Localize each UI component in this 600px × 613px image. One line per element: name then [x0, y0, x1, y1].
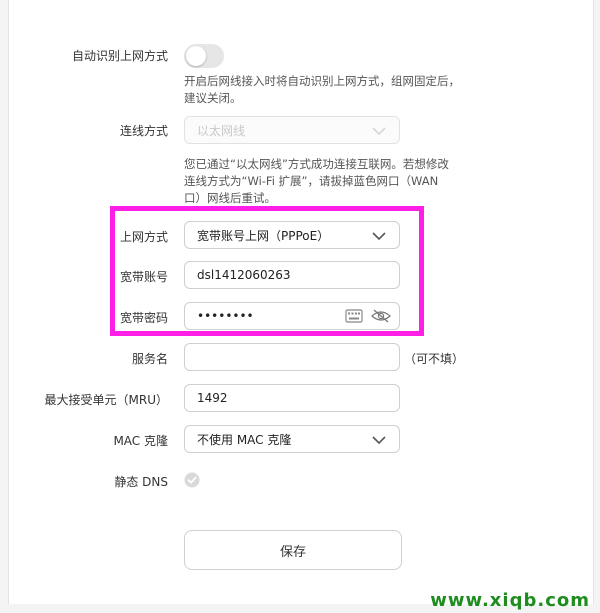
auto-detect-label: 自动识别上网方式: [71, 49, 168, 63]
chevron-down-icon: [372, 436, 386, 445]
mac-clone-value: 不使用 MAC 克隆: [197, 432, 292, 447]
auto-detect-hint-2: 建议关闭。: [184, 91, 242, 105]
chevron-down-icon: [372, 127, 386, 136]
service-name-input[interactable]: [184, 343, 400, 371]
service-name-label: 服务名: [131, 352, 168, 366]
account-label: 宽带账号: [119, 270, 168, 284]
connection-type-select[interactable]: 以太网线: [184, 116, 400, 144]
account-value: dsl1412060263: [197, 268, 291, 282]
save-button[interactable]: 保存: [184, 530, 402, 570]
connection-type-value: 以太网线: [197, 123, 246, 138]
toggle-knob: [186, 46, 206, 66]
auto-detect-hint-1: 开启后网线接入时将自动识别上网方式，组网固定后，: [184, 74, 460, 88]
eye-off-icon[interactable]: [371, 309, 391, 323]
auto-detect-toggle[interactable]: [184, 44, 224, 68]
connection-hint-2: 连线方式为“Wi-Fi 扩展”，请拔掉蓝色网口（WAN: [184, 174, 439, 188]
keyboard-icon[interactable]: [345, 309, 363, 323]
mru-input[interactable]: 1492: [184, 384, 400, 412]
connection-hint-1: 您已通过“以太网线”方式成功连接互联网。若想修改: [184, 157, 449, 171]
password-input[interactable]: ••••••••: [184, 302, 400, 330]
account-input[interactable]: dsl1412060263: [184, 261, 400, 289]
mac-clone-select[interactable]: 不使用 MAC 克隆: [184, 425, 400, 453]
mru-value: 1492: [197, 391, 228, 405]
mac-clone-label: MAC 克隆: [113, 434, 168, 448]
mru-label: 最大接受单元（MRU）: [44, 393, 168, 407]
connection-hint-3: 口）网线后重试。: [184, 191, 276, 205]
password-value: ••••••••: [197, 309, 254, 323]
static-dns-checkbox[interactable]: [184, 472, 200, 488]
internet-mode-select[interactable]: 宽带账号上网（PPPoE）: [184, 221, 400, 249]
service-name-note: （可不填）: [404, 352, 465, 366]
chevron-down-icon: [372, 232, 386, 241]
password-label: 宽带密码: [119, 311, 168, 325]
watermark: www.xiqb.com: [430, 590, 590, 611]
internet-mode-value: 宽带账号上网（PPPoE）: [197, 228, 330, 243]
internet-mode-label: 上网方式: [119, 230, 168, 244]
static-dns-label: 静态 DNS: [114, 475, 168, 489]
connection-type-label: 连线方式: [119, 124, 168, 138]
